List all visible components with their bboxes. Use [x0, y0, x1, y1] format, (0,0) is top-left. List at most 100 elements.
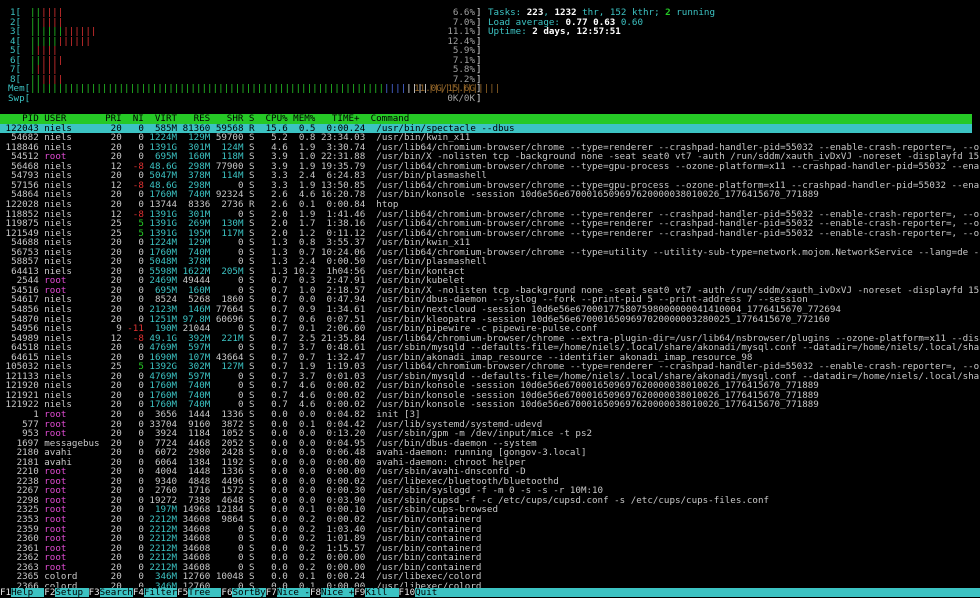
footer-tree-button[interactable]: F5Tree	[177, 587, 221, 598]
process-row[interactable]: 1697 messagebus 20 0 7724 4468 2052 S 0.…	[0, 439, 980, 449]
process-row[interactable]: 1 root 20 0 3656 1444 1336 S 0.0 0.0 0:0…	[0, 410, 980, 420]
process-mem: 10.2	[293, 266, 321, 277]
process-row[interactable]: 54617 niels 20 0 8524 5268 1860 S 0.7 0.…	[0, 295, 980, 305]
process-pri: 20	[105, 515, 128, 525]
footer-quit-button[interactable]: F10Quit	[398, 587, 449, 598]
process-row[interactable]: 2353 root 20 0 2212M 34608 9864 S 0.0 0.…	[0, 515, 980, 525]
process-row[interactable]: 2181 avahi 20 0 6064 1384 1192 S 0.0 0.0…	[0, 458, 980, 468]
process-row[interactable]: 122028 niels 20 0 13744 8336 2736 R 2.6 …	[0, 200, 980, 210]
process-virt: 2212M	[149, 534, 183, 544]
process-time: 22:31.88	[320, 152, 377, 162]
process-row[interactable]: 2238 root 20 0 9340 4848 4496 S 0.0 0.0 …	[0, 477, 980, 487]
process-row[interactable]: 2325 root 20 0 197M 14968 12184 S 0.0 0.…	[0, 505, 980, 515]
footer-search-button[interactable]: F3Search	[88, 587, 133, 598]
process-virt: 2212M	[149, 553, 183, 563]
process-s: S	[249, 400, 261, 410]
process-row[interactable]: 2544 root 20 0 2469M 49444 0 S 0.7 0.3 2…	[0, 276, 980, 286]
footer-kill-button[interactable]: F9Kill	[354, 587, 398, 598]
footer-nice-button[interactable]: F8Nice +	[309, 587, 354, 598]
process-pid: 54682	[0, 133, 45, 143]
process-time: 0:06.48	[320, 448, 377, 458]
process-pri: 20	[105, 371, 128, 382]
process-row[interactable]: 121549 niels 25 5 1391G 195M 117M S 2.0 …	[0, 229, 980, 239]
process-row[interactable]: 54682 niels 20 0 1224M 129M 59700 S 5.2 …	[0, 133, 980, 143]
process-s: R	[249, 123, 261, 134]
process-cpu: 0.0	[260, 486, 294, 496]
process-time: 0:00.02	[320, 390, 377, 401]
process-pri: 20	[105, 247, 128, 258]
process-row[interactable]: 54793 niels 20 0 5047M 378M 114M S 3.3 2…	[0, 171, 980, 181]
process-row[interactable]: 54870 niels 20 0 1251M 97.8M 60696 S 0.7…	[0, 315, 980, 325]
process-s: S	[249, 486, 261, 496]
process-pid: 2353	[0, 515, 45, 525]
process-user: avahi	[44, 448, 106, 458]
footer-setup-button[interactable]: F2Setup	[44, 587, 88, 598]
process-row[interactable]: 54512 root 20 0 695M 160M 118M S 3.9 1.0…	[0, 152, 980, 162]
process-row[interactable]: 2210 root 20 0 4004 1448 1336 S 0.0 0.0 …	[0, 467, 980, 477]
function-key-label: F4	[132, 587, 144, 598]
process-row[interactable]: 105032 niels 25 5 1392G 302M 127M S 0.7 …	[0, 362, 980, 372]
process-shr: 1336	[215, 467, 250, 477]
process-mem: 0.1	[293, 324, 321, 334]
process-time: 0:00.02	[320, 381, 377, 391]
process-res: 740M	[182, 247, 216, 258]
process-row[interactable]: 54688 niels 20 0 1224M 129M 0 S 1.3 0.8 …	[0, 238, 980, 248]
process-row[interactable]: 54864 niels 20 0 1760M 740M 92324 S 2.6 …	[0, 190, 980, 200]
process-row[interactable]: 2180 avahi 20 0 6072 2980 2428 S 0.0 0.0…	[0, 448, 980, 458]
process-mem: 0.0	[293, 448, 321, 458]
process-ni: 0	[127, 476, 150, 487]
process-row[interactable]: 58857 niels 20 0 5048M 378M 0 S 1.3 2.4 …	[0, 257, 980, 267]
process-pri: 9	[105, 324, 128, 334]
process-virt: 13744	[149, 199, 183, 210]
process-row[interactable]: 121922 niels 20 0 1760M 740M 0 S 0.7 4.6…	[0, 400, 980, 410]
process-row[interactable]: 2298 root 20 0 19272 7388 4648 S 0.0 0.0…	[0, 496, 980, 506]
process-shr: 59568	[215, 123, 250, 134]
process-virt: 1760M	[149, 247, 183, 258]
process-row[interactable]: 64615 niels 20 0 1690M 107M 43664 S 0.7 …	[0, 353, 980, 363]
process-time: 19:35.79	[320, 161, 377, 172]
process-virt: 1760M	[149, 400, 183, 410]
footer-filter-button[interactable]: F4Filter	[132, 587, 178, 598]
process-row[interactable]: 121133 niels 20 0 4769M 597M 0 S 0.7 3.7…	[0, 372, 980, 382]
process-row[interactable]: 122043 niels 20 0 585M 81360 59568 R 15.…	[0, 123, 972, 134]
process-row[interactable]: 2362 root 20 0 2212M 34608 0 S 0.0 0.2 0…	[0, 553, 980, 563]
process-row[interactable]: 64518 niels 20 0 4769M 597M 0 S 0.7 3.7 …	[0, 343, 980, 353]
process-cpu: 0.7	[260, 324, 294, 334]
process-row[interactable]: 577 root 20 0 33704 9160 3872 S 0.0 0.1 …	[0, 420, 980, 430]
process-row[interactable]: 118846 niels 20 0 1391G 301M 124M S 4.6 …	[0, 143, 980, 153]
process-mem: 0.8	[293, 238, 321, 248]
process-s: S	[249, 534, 261, 544]
process-row[interactable]: 56753 niels 20 0 1760M 740M 0 S 1.3 0.7 …	[0, 248, 980, 258]
process-row[interactable]: 57156 niels 12 -8 48.6G 298M 0 S 3.3 1.9…	[0, 181, 980, 191]
process-row[interactable]: 118852 niels 12 -8 1391G 301M 0 S 2.0 1.…	[0, 210, 980, 220]
process-row[interactable]: 54856 niels 20 0 2123M 146M 77664 S 0.7 …	[0, 305, 980, 315]
footer-nice-button[interactable]: F7Nice -	[265, 587, 310, 598]
function-key-action: Filter	[143, 587, 178, 598]
process-row[interactable]: 2359 root 20 0 2212M 34608 0 S 0.0 0.2 1…	[0, 525, 980, 535]
process-row[interactable]: 953 root 20 0 3924 1184 1052 S 0.0 0.0 0…	[0, 429, 980, 439]
process-row[interactable]: 121920 niels 20 0 1760M 740M 0 S 0.7 4.6…	[0, 381, 980, 391]
footer-help-button[interactable]: F1Help	[0, 587, 44, 598]
process-row[interactable]: 119875 niels 25 5 1391G 269M 130M S 2.0 …	[0, 219, 980, 229]
process-row[interactable]: 56468 niels 12 -8 48.6G 298M 77900 S 3.9…	[0, 162, 980, 172]
process-row[interactable]: 54956 niels 9 -11 190M 21044 0 S 0.7 0.1…	[0, 324, 980, 334]
process-s: S	[249, 553, 261, 563]
process-s: S	[249, 390, 261, 401]
process-row[interactable]: 2365 colord 20 0 346M 12760 10048 S 0.0 …	[0, 572, 980, 582]
process-row[interactable]: 121921 niels 20 0 1760M 740M 0 S 0.7 4.6…	[0, 391, 980, 401]
process-table-header[interactable]: PID USER PRI NI VIRT RES SHR S CPU% MEM%…	[0, 114, 972, 124]
process-row[interactable]: 64413 niels 20 0 5598M 1622M 205M S 1.3 …	[0, 267, 980, 277]
process-row[interactable]: 2360 root 20 0 2212M 34608 0 S 0.0 0.2 1…	[0, 534, 980, 544]
process-list[interactable]: 122043 niels 20 0 585M 81360 59568 R 15.…	[0, 123, 980, 592]
process-pid: 54688	[0, 238, 45, 248]
footer-sortby-button[interactable]: F6SortBy	[221, 587, 266, 598]
process-row[interactable]: 54989 niels 12 -8 49.1G 392M 221M S 0.7 …	[0, 334, 980, 344]
process-row[interactable]: 2361 root 20 0 2212M 34608 0 S 0.0 0.2 1…	[0, 544, 980, 554]
process-row[interactable]: 2363 root 20 0 2212M 34608 0 S 0.0 0.2 0…	[0, 563, 980, 573]
process-row[interactable]: 54516 root 20 0 695M 160M 0 S 0.7 1.0 2:…	[0, 286, 980, 296]
process-row[interactable]: 2267 root 20 0 2760 1716 1572 S 0.0 0.0 …	[0, 486, 980, 496]
process-mem: 1.9	[293, 362, 321, 372]
process-time: 1:15.57	[320, 543, 377, 554]
process-s: S	[249, 266, 261, 277]
process-virt: 1391G	[149, 228, 183, 239]
